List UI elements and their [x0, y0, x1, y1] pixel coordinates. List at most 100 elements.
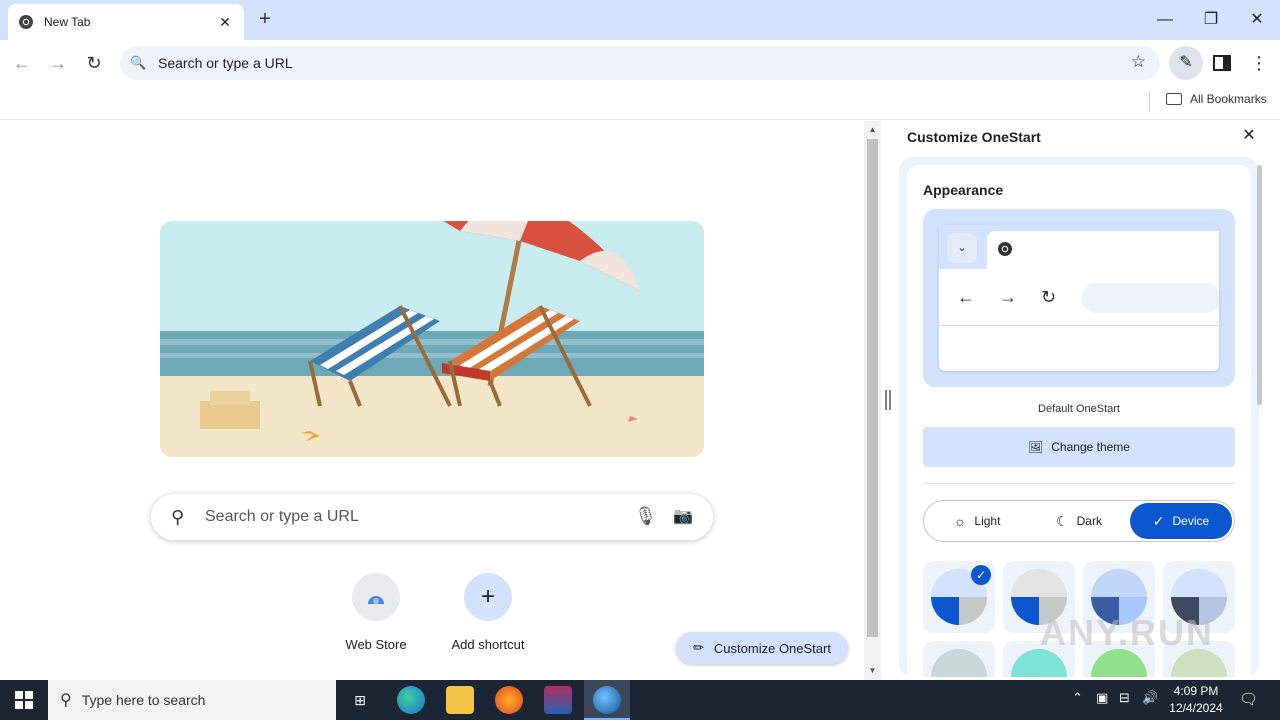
- tray-chevron-icon[interactable]: ⌃: [1072, 690, 1083, 706]
- mode-label: Device: [1172, 514, 1210, 528]
- beach-illustration: [160, 221, 704, 457]
- scroll-down-arrow-icon[interactable]: ▼: [864, 666, 881, 675]
- appearance-card: Appearance ⌄ ← → ↻ Default OneStart 🖼 Ch…: [907, 165, 1251, 677]
- taskbar: ⚲ Type here to search ⊞ ⌃ ▣ ⊟ 🔊 4:09 PM …: [0, 680, 1280, 720]
- notifications-icon[interactable]: 🗨: [1239, 690, 1258, 708]
- winrar-icon[interactable]: [544, 686, 572, 714]
- customize-pencil-icon[interactable]: ✎: [1169, 46, 1203, 80]
- all-bookmarks-button[interactable]: All Bookmarks: [1166, 92, 1267, 106]
- page-scrollbar[interactable]: ▲ ▼: [864, 121, 881, 680]
- clock-date: 12/4/2024: [1169, 701, 1223, 715]
- bookmarks-bar: All Bookmarks: [0, 86, 1280, 120]
- change-theme-label: Change theme: [1051, 440, 1130, 454]
- bookmark-star-icon[interactable]: ☆: [1131, 52, 1146, 72]
- preview-omnibox: [1081, 283, 1219, 313]
- customize-label: Customize OneStart: [713, 640, 831, 656]
- omnibox[interactable]: 🔍 Search or type a URL ☆: [120, 46, 1160, 80]
- selected-check-icon: ✓: [971, 565, 991, 585]
- watermark: ANY.RUN: [1040, 612, 1215, 653]
- chevron-down-icon: ⌄: [947, 233, 977, 263]
- browser-toolbar: ← → ↻ 🔍 Search or type a URL ☆ ✎ ⋮: [0, 40, 1280, 86]
- task-view-icon[interactable]: ⊞: [346, 686, 374, 714]
- panel-title: Customize OneStart: [907, 129, 1041, 145]
- customize-onestart-button[interactable]: ✏ Customize OneStart: [676, 632, 848, 664]
- preview-reload-icon: ↻: [1041, 287, 1057, 307]
- network-icon[interactable]: ⊟: [1119, 690, 1130, 706]
- color-swatch[interactable]: [923, 641, 995, 677]
- ntp-search-box[interactable]: ⚲ Search or type a URL 🎙 📷: [151, 494, 713, 540]
- side-panel-icon[interactable]: [1213, 55, 1231, 71]
- shortcut-label: Web Store: [345, 637, 407, 652]
- tab-close-icon[interactable]: ✕: [216, 14, 234, 31]
- windows-start-icon[interactable]: [0, 680, 48, 720]
- window-close-button[interactable]: ✕: [1245, 8, 1269, 32]
- tab-new-tab[interactable]: New Tab ✕: [8, 4, 244, 40]
- sun-icon: ☼: [953, 513, 967, 529]
- shortcut-add[interactable]: + Add shortcut: [438, 573, 538, 652]
- customize-side-panel: Customize OneStart ✕ Appearance ⌄ ← → ↻: [895, 121, 1280, 680]
- mode-dark[interactable]: ☾ Dark: [1030, 503, 1128, 539]
- scroll-up-arrow-icon[interactable]: ▲: [864, 125, 881, 134]
- omnibox-placeholder: Search or type a URL: [158, 55, 293, 71]
- swatch-disc: [931, 649, 987, 677]
- check-icon: ✓: [1152, 512, 1165, 529]
- divider: [923, 483, 1235, 484]
- preview-back-icon: ←: [957, 287, 975, 307]
- forward-arrow-icon[interactable]: →: [46, 51, 70, 75]
- new-tab-button[interactable]: +: [254, 9, 276, 31]
- tab-title: New Tab: [44, 15, 91, 29]
- shortcut-web-store[interactable]: Web Store: [326, 573, 426, 652]
- panel-scroll-thumb[interactable]: [1257, 165, 1262, 405]
- bookmarks-separator: [1149, 92, 1150, 112]
- panel-resize-handle-icon[interactable]: [884, 390, 892, 410]
- search-icon: 🔍: [130, 55, 147, 70]
- mode-device[interactable]: ✓ Device: [1130, 503, 1232, 539]
- clock-time: 4:09 PM: [1173, 684, 1219, 698]
- preview-window: ⌄ ← → ↻: [939, 225, 1219, 371]
- change-theme-button[interactable]: 🖼 Change theme: [923, 427, 1235, 467]
- tray-device-icon[interactable]: ▣: [1096, 690, 1108, 706]
- plus-icon: +: [464, 573, 512, 621]
- camera-icon[interactable]: 📷: [673, 506, 693, 526]
- search-icon: ⚲: [171, 506, 185, 527]
- ntp-search-placeholder: Search or type a URL: [205, 508, 359, 525]
- mode-label: Light: [974, 514, 1001, 528]
- panel-close-icon[interactable]: ✕: [1239, 126, 1259, 146]
- taskbar-search[interactable]: ⚲ Type here to search: [48, 680, 336, 720]
- microphone-icon[interactable]: 🎙: [634, 506, 657, 527]
- mode-selector: ☼ Light ☾ Dark ✓ Device: [923, 500, 1235, 542]
- onestart-taskbar-button[interactable]: [584, 680, 630, 720]
- mode-light[interactable]: ☼ Light: [928, 503, 1026, 539]
- chrome-icon: [19, 15, 33, 29]
- restore-button[interactable]: ❐: [1199, 8, 1223, 32]
- panel-body: Appearance ⌄ ← → ↻ Default OneStart 🖼 Ch…: [899, 157, 1259, 677]
- reload-icon[interactable]: ↻: [82, 51, 106, 75]
- moon-icon: ☾: [1056, 512, 1069, 529]
- menu-kebab-icon[interactable]: ⋮: [1250, 51, 1268, 75]
- file-explorer-icon[interactable]: [446, 686, 474, 714]
- taskbar-search-placeholder: Type here to search: [81, 692, 206, 708]
- theme-name: Default OneStart: [1038, 403, 1120, 415]
- onestart-icon: [593, 686, 621, 714]
- image-icon: 🖼: [1028, 440, 1044, 454]
- shortcut-label: Add shortcut: [451, 637, 525, 652]
- new-tab-page: ⚲ Search or type a URL 🎙 📷 Web Store + A…: [0, 121, 864, 680]
- color-swatch[interactable]: ✓: [923, 561, 995, 633]
- edge-icon[interactable]: [397, 686, 425, 714]
- all-bookmarks-label: All Bookmarks: [1190, 92, 1267, 106]
- minimize-button[interactable]: —: [1153, 8, 1177, 32]
- pencil-icon: ✏: [693, 640, 704, 655]
- chrome-icon: [998, 242, 1012, 256]
- theme-preview: ⌄ ← → ↻: [923, 209, 1235, 387]
- title-bar: New Tab ✕ + — ❐ ✕: [0, 0, 1280, 40]
- mode-label: Dark: [1076, 514, 1102, 528]
- appearance-heading: Appearance: [923, 182, 1004, 198]
- back-arrow-icon[interactable]: ←: [10, 51, 34, 75]
- firefox-icon[interactable]: [495, 686, 523, 714]
- taskbar-clock[interactable]: 4:09 PM 12/4/2024: [1164, 683, 1228, 717]
- scroll-thumb[interactable]: [867, 139, 878, 637]
- search-icon: ⚲: [60, 692, 72, 709]
- folder-icon: [1166, 93, 1182, 105]
- volume-icon[interactable]: 🔊: [1142, 690, 1158, 706]
- web-store-icon: [352, 573, 400, 621]
